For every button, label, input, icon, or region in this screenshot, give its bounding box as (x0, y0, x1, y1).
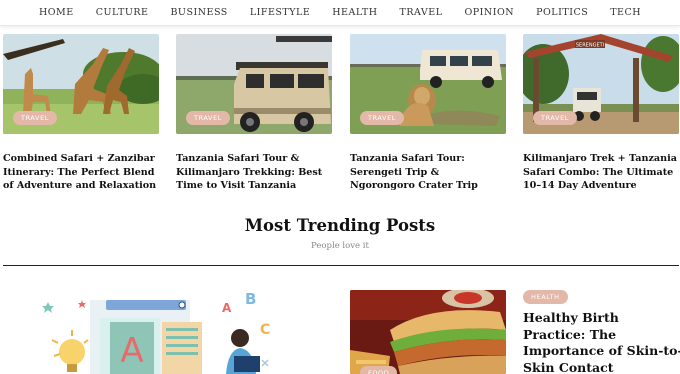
featured-post-illustration[interactable]: A A B C (30, 288, 290, 374)
post-title[interactable]: Tanzania Safari Tour: Serengeti Trip & N… (350, 152, 506, 193)
nav-health[interactable]: HEALTH (321, 7, 388, 18)
nav-opinion[interactable]: OPINION (454, 7, 526, 18)
post-thumbnail-park-gate[interactable]: SERENGETI TRAVEL (523, 34, 679, 134)
post-thumbnail-giraffes[interactable]: TRAVEL (3, 34, 159, 134)
post-thumbnail-lion[interactable]: TRAVEL (350, 34, 506, 134)
illustration-letter-c: C (260, 322, 270, 338)
gate-sign-text: SERENGETI (576, 43, 604, 49)
post-title[interactable]: Tanzania Safari Tour & Kilimanjaro Trekk… (176, 152, 332, 193)
post-title[interactable]: Healthy Birth Practice: The Importance o… (523, 310, 680, 374)
nav-home[interactable]: HOME (28, 7, 85, 18)
illustration-letter-b: B (245, 290, 256, 308)
post-card[interactable]: SERENGETI TRAVEL Kilimanjaro Trek + Tanz… (523, 34, 679, 193)
post-card[interactable]: TRAVEL Tanzania Safari Tour: Serengeti T… (350, 34, 506, 193)
section-subheading: People love it (311, 241, 369, 251)
nav-travel[interactable]: TRAVEL (389, 7, 454, 18)
category-tag[interactable]: TRAVEL (186, 111, 231, 125)
nav-business[interactable]: BUSINESS (159, 7, 238, 18)
category-tag[interactable]: TRAVEL (13, 111, 58, 125)
post-card[interactable]: TRAVEL Tanzania Safari Tour & Kilimanjar… (176, 34, 332, 193)
section-heading: Most Trending Posts (244, 216, 436, 235)
post-thumbnail-safari-vehicle[interactable]: TRAVEL (176, 34, 332, 134)
category-tag[interactable]: HEALTH (523, 290, 568, 304)
nav-tech[interactable]: TECH (599, 7, 652, 18)
nav-lifestyle[interactable]: LIFESTYLE (239, 7, 321, 18)
post-title[interactable]: Kilimanjaro Trek + Tanzania Safari Combo… (523, 152, 679, 193)
section-divider (3, 265, 679, 266)
nav-politics[interactable]: POLITICS (525, 7, 599, 18)
post-title[interactable]: Combined Safari + Zanzibar Itinerary: Th… (3, 152, 159, 193)
nav-culture[interactable]: CULTURE (85, 7, 160, 18)
top-navigation: HOME CULTURE BUSINESS LIFESTYLE HEALTH T… (0, 0, 680, 26)
post-card[interactable]: TRAVEL Combined Safari + Zanzibar Itiner… (3, 34, 159, 193)
category-tag[interactable]: TRAVEL (533, 111, 578, 125)
featured-post-thumbnail-food[interactable]: FOOD (350, 290, 506, 374)
illustration-letter-a-small: A (222, 301, 232, 315)
illustration-letter-a: A (120, 331, 143, 371)
category-tag[interactable]: TRAVEL (360, 111, 405, 125)
category-tag[interactable]: FOOD (360, 366, 398, 374)
